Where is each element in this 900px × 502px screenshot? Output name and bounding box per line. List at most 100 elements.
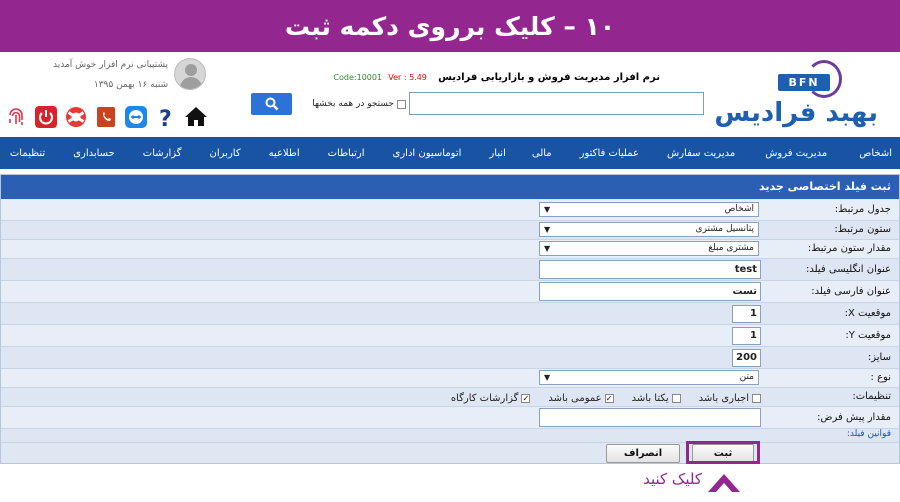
workshop-reports-label: گزارشات کارگاه [450, 392, 519, 404]
row-persian-title: عنوان فارسی فیلد: تست [1, 281, 899, 303]
default-value-label: مقدار پیش فرض: [817, 412, 891, 423]
row-field-rules: قوانین فیلد: [1, 429, 899, 443]
type-select-value: متن [739, 372, 754, 382]
chevron-down-icon: ▼ [544, 244, 551, 253]
main-nav: اشخاص مدیریت فروش مدیریت سفارش عملیات فا… [0, 137, 900, 169]
search-button[interactable] [251, 93, 292, 115]
nav-item-orders[interactable]: مدیریت سفارش [667, 148, 735, 159]
custom-field-form: ثبت فیلد اختصاصی جدید جدول مرتبط: اشخاص … [0, 174, 900, 464]
column-value-label: مقدار ستون مرتبط: [807, 243, 891, 254]
nav-item-office-automation[interactable]: اتوماسیون اداری [393, 148, 462, 159]
nav-item-users[interactable]: کاربران [210, 148, 241, 159]
row-column: ستون مرتبط: پتانسیل مشتری ▼ [1, 221, 899, 240]
nav-item-warehouse[interactable]: انبار [489, 148, 505, 159]
nav-item-communications[interactable]: ارتباطات [328, 148, 365, 159]
form-title: ثبت فیلد اختصاصی جدید [1, 175, 899, 199]
unique-checkbox[interactable] [671, 393, 681, 403]
nav-item-invoice[interactable]: عملیات فاکتور [580, 148, 639, 159]
cancel-button[interactable]: انصراف [606, 444, 680, 463]
type-label: نوع : [870, 372, 891, 383]
pos-y-input[interactable]: 1 [732, 327, 761, 345]
pos-x-input[interactable]: 1 [732, 305, 761, 323]
option-unique[interactable]: یکتا باشد [632, 393, 681, 404]
chevron-down-icon: ▼ [544, 373, 551, 382]
app-title: نرم افزار مدیریت فروش و بازاریابی فرادیس… [333, 72, 660, 86]
option-workshop-reports[interactable]: ✓ گزارشات کارگاه [451, 393, 531, 404]
column-value-select-value: مشتری مبلغ [708, 243, 754, 253]
nav-item-accounting[interactable]: حسابداری [73, 148, 115, 159]
required-checkbox[interactable] [752, 393, 761, 403]
home-icon[interactable] [184, 104, 208, 130]
persian-title-input[interactable]: تست [539, 282, 761, 301]
user-date: شنبه ۱۶ بهمن ۱۳۹۵ [93, 80, 168, 90]
type-select[interactable]: متن ▼ [539, 370, 759, 385]
svg-text:?: ? [159, 107, 172, 129]
pos-y-label: موقعیت Y: [845, 330, 891, 341]
chevron-down-icon: ▼ [544, 205, 551, 214]
public-checkbox[interactable]: ✓ [604, 393, 614, 403]
row-english-title: عنوان انگلیسی فیلد: test [1, 259, 899, 281]
option-required[interactable]: اجباری باشد [699, 393, 761, 404]
logo-text: بهبد فرادیس [714, 98, 878, 128]
nav-item-people[interactable]: اشخاص [859, 148, 892, 159]
search-all-label: جستجو در همه بخشها [312, 99, 394, 109]
app-name: نرم افزار مدیریت فروش و بازاریابی فرادیس [438, 72, 660, 83]
teamviewer-icon[interactable] [124, 104, 148, 130]
chevron-up-icon [708, 474, 740, 492]
public-label: عمومی باشد [548, 392, 602, 404]
avatar[interactable] [174, 58, 206, 90]
workshop-reports-checkbox[interactable]: ✓ [521, 393, 531, 403]
nav-item-settings[interactable]: تنظیمات [10, 148, 45, 159]
required-label: اجباری باشد [698, 392, 749, 404]
user-welcome: پشتیبانی نرم افزار خوش آمدید [52, 60, 168, 70]
column-select[interactable]: پتانسیل مشتری ▼ [539, 222, 759, 237]
english-title-label: عنوان انگلیسی فیلد: [805, 264, 891, 275]
settings-options: اجباری باشد یکتا باشد ✓ عمومی باشد ✓ گزا… [451, 390, 761, 406]
search-all-option[interactable]: جستجو در همه بخشها [294, 97, 406, 111]
fingerprint-icon[interactable] [4, 104, 28, 130]
size-input[interactable]: 200 [732, 349, 761, 367]
size-label: سایز: [867, 352, 891, 363]
app-code: Code:10001 [333, 73, 383, 82]
banner-text: ۱۰ – کلیک برروی دکمه ثبت [284, 11, 616, 41]
row-size: سایز: 200 [1, 347, 899, 369]
row-pos-y: موقعیت Y: 1 [1, 325, 899, 347]
brand-logo[interactable]: BFN بهبد فرادیس [714, 58, 878, 130]
column-select-value: پتانسیل مشتری [695, 224, 754, 234]
nav-item-announcements[interactable]: اطلاعیه [269, 148, 300, 159]
submit-highlight-frame [686, 441, 760, 464]
settings-label: تنظیمات: [852, 391, 891, 402]
unique-label: یکتا باشد [631, 392, 669, 404]
field-rules-link[interactable]: قوانین فیلد: [847, 429, 891, 439]
row-column-value: مقدار ستون مرتبط: مشتری مبلغ ▼ [1, 240, 899, 259]
row-pos-x: موقعیت X: 1 [1, 303, 899, 325]
chevron-down-icon: ▼ [544, 225, 551, 234]
nav-item-finance[interactable]: مالی [532, 148, 552, 159]
help-icon[interactable]: ? [154, 104, 178, 130]
logo-badge: BFN [778, 74, 830, 91]
search-icon [265, 97, 278, 111]
row-type: نوع : متن ▼ [1, 369, 899, 388]
nav-item-reports[interactable]: گزارشات [143, 148, 182, 159]
english-title-input[interactable]: test [539, 260, 761, 279]
table-select[interactable]: اشخاص ▼ [539, 202, 759, 217]
default-value-input[interactable] [539, 408, 761, 427]
option-public[interactable]: ✓ عمومی باشد [548, 392, 614, 404]
click-hint: کلیک کنید [643, 470, 702, 488]
global-search-input[interactable] [409, 92, 704, 115]
user-info: پشتیبانی نرم افزار خوش آمدید شنبه ۱۶ بهم… [40, 58, 206, 98]
instruction-banner: ۱۰ – کلیک برروی دکمه ثبت [0, 0, 900, 52]
nav-item-sales[interactable]: مدیریت فروش [765, 148, 827, 159]
row-default-value: مقدار پیش فرض: [1, 407, 899, 429]
table-select-value: اشخاص [724, 204, 754, 214]
persian-title-label: عنوان فارسی فیلد: [811, 286, 891, 297]
row-settings: تنظیمات: اجباری باشد یکتا باشد ✓ عمومی ب… [1, 388, 899, 407]
column-value-select[interactable]: مشتری مبلغ ▼ [539, 241, 759, 256]
pos-x-label: موقعیت X: [844, 308, 891, 319]
phonebook-icon[interactable] [94, 104, 118, 130]
lifebuoy-icon[interactable] [64, 104, 88, 130]
app-version: Ver : 5.49 [388, 73, 427, 82]
search-all-checkbox[interactable] [397, 99, 406, 109]
row-table: جدول مرتبط: اشخاص ▼ [1, 200, 899, 221]
power-icon[interactable] [34, 104, 58, 130]
